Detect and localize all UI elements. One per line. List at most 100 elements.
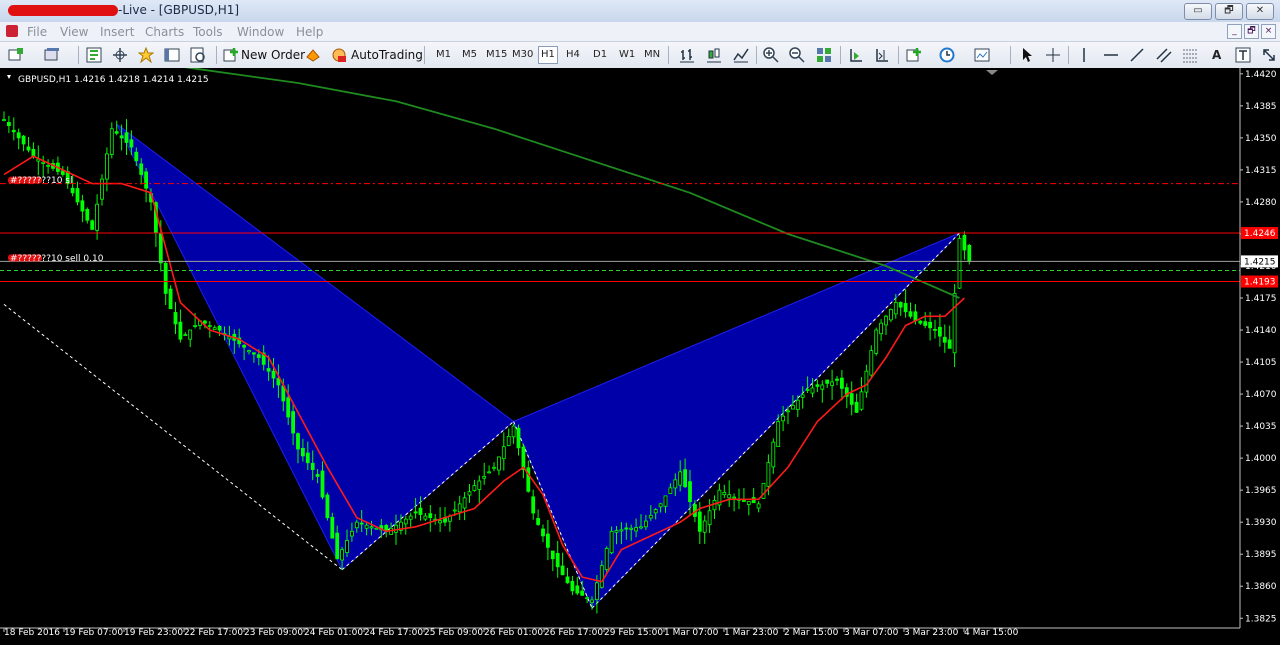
timeframe-h1[interactable]: H1 xyxy=(538,46,558,64)
candle-body xyxy=(771,441,776,468)
vertical-line-icon[interactable] xyxy=(1076,47,1092,63)
timeframe-h4[interactable]: H4 xyxy=(564,47,582,63)
candle-body xyxy=(369,526,374,529)
arrows-icon[interactable] xyxy=(1261,47,1277,63)
menu-file[interactable]: File xyxy=(27,25,47,39)
tile-windows-icon[interactable] xyxy=(816,47,832,63)
indicators-icon[interactable] xyxy=(906,47,922,63)
fibonacci-icon[interactable] xyxy=(1182,47,1198,63)
candle-chart-icon[interactable] xyxy=(706,47,722,63)
menu-tools[interactable]: Tools xyxy=(193,25,223,39)
candle-body xyxy=(418,507,423,515)
candle-body xyxy=(349,530,354,537)
candle-body xyxy=(786,410,790,413)
navigator-icon[interactable] xyxy=(86,47,102,63)
candle-body xyxy=(168,288,173,310)
timeframe-d1[interactable]: D1 xyxy=(591,47,609,63)
trendline-icon[interactable] xyxy=(1129,47,1145,63)
zoom-out-icon[interactable] xyxy=(789,47,805,63)
price-chart[interactable]: #???????10 sl #???????10 sell 0.10 1.4420… xyxy=(0,68,1280,645)
mdi-close-button[interactable]: × xyxy=(1261,24,1276,39)
timeframe-m30[interactable]: M30 xyxy=(510,47,535,63)
candle-body xyxy=(11,129,16,133)
candle-body xyxy=(830,381,834,386)
candle-body xyxy=(634,527,638,532)
candle-body xyxy=(467,491,472,496)
candle-body xyxy=(536,518,540,525)
zoom-in-icon[interactable] xyxy=(763,47,779,63)
timeframe-m5[interactable]: M5 xyxy=(460,47,479,63)
crosshair-icon[interactable] xyxy=(112,47,128,63)
time-tick-label: 26 Feb 01:00 xyxy=(484,628,543,638)
timeframe-m1[interactable]: M1 xyxy=(434,47,453,63)
candle-body xyxy=(506,435,511,446)
mdi-minimize-button[interactable]: _ xyxy=(1227,24,1242,39)
mdi-restore-button[interactable]: 🗗 xyxy=(1244,24,1259,39)
text-icon[interactable]: A xyxy=(1210,47,1223,63)
candle-body xyxy=(286,397,291,418)
candle-body xyxy=(952,293,957,354)
autotrading-prev-icon[interactable] xyxy=(305,47,321,63)
candle-body xyxy=(335,532,340,560)
bar-chart-icon[interactable] xyxy=(679,47,695,63)
autotrading-icon[interactable] xyxy=(331,47,347,63)
candle-body xyxy=(354,521,359,529)
candle-body xyxy=(815,384,820,387)
price-tick-label: 1.4350 xyxy=(1245,134,1277,144)
close-button[interactable]: ✕ xyxy=(1246,3,1274,20)
timeframe-w1[interactable]: W1 xyxy=(617,47,637,63)
candle-body xyxy=(413,511,418,514)
line-chart-icon[interactable] xyxy=(733,47,749,63)
terminal-icon[interactable] xyxy=(164,47,180,63)
candle-body xyxy=(751,497,756,504)
menu-view[interactable]: View xyxy=(60,25,88,39)
candle-body xyxy=(2,119,6,121)
new-order-button[interactable]: New Order xyxy=(241,45,305,65)
candle-body xyxy=(874,329,879,354)
candle-body xyxy=(800,394,805,398)
order-label-sl: #???????10 sl xyxy=(10,176,72,186)
new-order-icon[interactable] xyxy=(223,47,239,63)
candle-body xyxy=(658,503,663,508)
menu-insert[interactable]: Insert xyxy=(100,25,134,39)
time-tick-label: 3 Mar 07:00 xyxy=(844,628,899,638)
candle-body xyxy=(697,511,702,532)
profiles-icon[interactable] xyxy=(44,47,60,63)
minimize-button[interactable]: ▭ xyxy=(1184,3,1212,20)
candle-body xyxy=(31,149,36,157)
periods-icon[interactable] xyxy=(939,47,955,63)
cursor-icon[interactable] xyxy=(1019,47,1035,63)
crosshair-tool-icon[interactable] xyxy=(1045,47,1061,63)
templates-icon[interactable] xyxy=(974,47,990,63)
menu-help[interactable]: Help xyxy=(296,25,323,39)
time-tick-label: 25 Feb 09:00 xyxy=(424,628,483,638)
candle-body xyxy=(394,524,398,533)
candle-body xyxy=(810,387,815,394)
autotrading-button[interactable]: AutoTrading xyxy=(351,45,423,65)
autoscroll-icon[interactable] xyxy=(848,47,864,63)
candle-body xyxy=(673,479,678,489)
menu-window[interactable]: Window xyxy=(237,25,284,39)
candle-body xyxy=(889,309,893,321)
time-tick-label: 1 Mar 07:00 xyxy=(664,628,719,638)
candle-body xyxy=(903,303,908,313)
strategy-tester-icon[interactable] xyxy=(190,47,206,63)
candle-body xyxy=(541,528,545,537)
restore-button[interactable]: 🗗 xyxy=(1215,3,1243,20)
app-menu-icon[interactable] xyxy=(6,25,18,37)
chart-shift-icon[interactable] xyxy=(874,47,890,63)
menu-charts[interactable]: Charts xyxy=(145,25,184,39)
new-chart-icon[interactable] xyxy=(8,47,24,63)
candle-body xyxy=(320,470,325,498)
candle-body xyxy=(60,170,65,175)
favorites-icon[interactable] xyxy=(138,47,154,63)
equidistant-channel-icon[interactable] xyxy=(1156,47,1172,63)
candle-body xyxy=(315,474,320,477)
candle-body xyxy=(683,469,687,488)
timeframe-mn[interactable]: MN xyxy=(642,47,662,63)
horizontal-line-icon[interactable] xyxy=(1103,47,1119,63)
time-tick-label: 29 Feb 15:00 xyxy=(604,628,663,638)
text-label-icon[interactable] xyxy=(1235,47,1251,63)
timeframe-m15[interactable]: M15 xyxy=(484,47,509,63)
candle-body xyxy=(849,393,854,405)
